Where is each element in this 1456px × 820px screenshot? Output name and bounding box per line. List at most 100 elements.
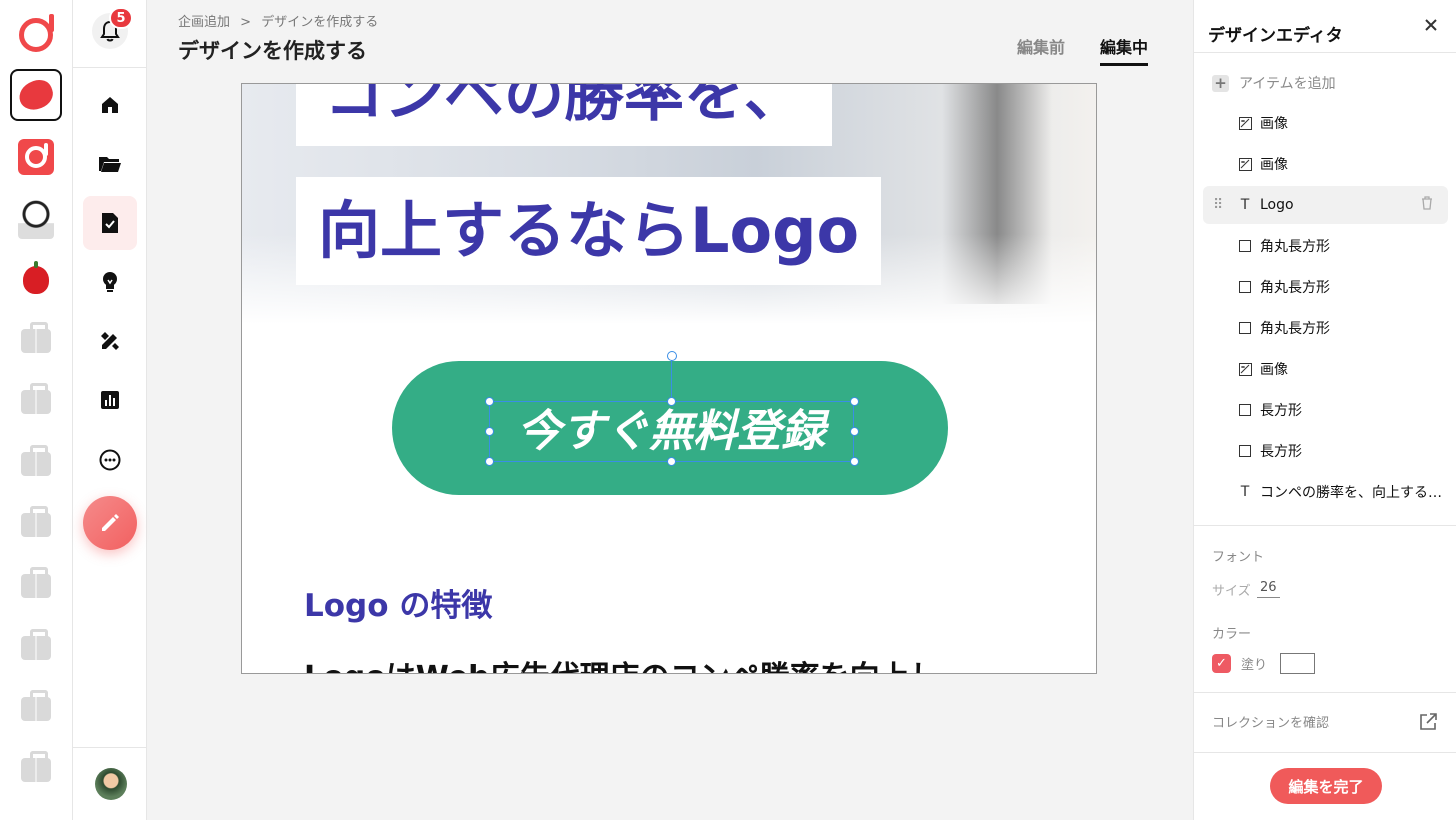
workspace-bag-8[interactable] [10, 744, 62, 796]
trash-icon [1422, 196, 1432, 210]
layer-label: 長方形 [1260, 403, 1302, 419]
fill-checkbox[interactable]: ✓ [1212, 654, 1231, 673]
selection-box [489, 401, 854, 462]
layer-label: 画像 [1260, 157, 1288, 173]
font-section-label: フォント [1212, 550, 1265, 565]
divider [1194, 52, 1456, 53]
resize-handle-bl[interactable] [485, 457, 494, 466]
resize-handle-t[interactable] [667, 397, 676, 406]
rectangle-icon [1238, 280, 1252, 294]
divider [1194, 692, 1456, 693]
tab-editing[interactable]: 編集中 [1100, 34, 1149, 66]
breadcrumb-separator: > [240, 15, 252, 30]
user-avatar[interactable] [95, 768, 127, 800]
color-section-label: カラー [1212, 627, 1252, 642]
logo-square-icon [18, 139, 54, 175]
layer-item[interactable]: 画像 [1203, 145, 1448, 183]
bag-icon [21, 445, 51, 476]
nav-more[interactable] [83, 433, 137, 487]
resize-handle-b[interactable] [667, 457, 676, 466]
workspace-bag-2[interactable] [10, 376, 62, 428]
rotation-handle[interactable] [667, 351, 677, 361]
layer-label: 角丸長方形 [1260, 239, 1330, 255]
collection-link[interactable]: コレクションを確認 [1212, 712, 1329, 731]
workspace-bag-5[interactable] [10, 560, 62, 612]
bag-icon [21, 629, 51, 660]
design-canvas[interactable]: コンペの勝率を、 向上するならLogo 今すぐ無料登録 Logo の特徴 Log… [241, 83, 1097, 674]
drag-handle-icon[interactable]: ⠿ [1213, 197, 1223, 213]
nav-analytics[interactable] [83, 373, 137, 427]
notification-badge: 5 [109, 7, 133, 29]
illustration-avatar-icon [18, 199, 54, 239]
layer-item-selected[interactable]: ⠿ T Logo [1203, 186, 1448, 224]
layer-label: コンペの勝率を、向上するならLogo [1260, 485, 1442, 501]
red-blob-icon [15, 76, 57, 114]
nav-design[interactable] [83, 314, 137, 368]
bag-icon [21, 322, 51, 353]
layer-item[interactable]: 長方形 [1203, 391, 1448, 429]
lightbulb-icon [103, 272, 117, 292]
design-editor-panel: デザインエディタ + アイテムを追加 画像 画像 ⠿ T Logo 角丸長方形 … [1193, 0, 1456, 820]
fill-color-swatch[interactable] [1280, 653, 1315, 674]
layer-item[interactable]: T コンペの勝率を、向上するならLogo [1203, 473, 1448, 511]
rectangle-icon [1238, 239, 1252, 253]
workspace-bag-7[interactable] [10, 683, 62, 735]
delete-layer-button[interactable] [1421, 196, 1433, 214]
layer-label: 長方形 [1260, 444, 1302, 460]
nav-ideas[interactable] [83, 255, 137, 309]
nav-bottom [73, 747, 147, 820]
resize-handle-tr[interactable] [850, 397, 859, 406]
nav-top: 5 [73, 0, 147, 68]
layer-item[interactable]: 長方形 [1203, 432, 1448, 470]
image-icon [1238, 116, 1252, 130]
panel-title: デザインエディタ [1208, 26, 1343, 46]
layer-label: 画像 [1260, 362, 1288, 378]
resize-handle-l[interactable] [485, 427, 494, 436]
apple-icon [23, 261, 49, 294]
layer-item[interactable]: 角丸長方形 [1203, 309, 1448, 347]
main-nav: 5 [73, 0, 147, 820]
brand-logo[interactable] [10, 9, 62, 61]
external-link-icon[interactable] [1418, 712, 1438, 732]
pencil-design-icon [101, 332, 119, 350]
hero-headline-line1[interactable]: コンペの勝率を、 [296, 84, 832, 146]
nav-documents[interactable] [83, 196, 137, 250]
workspace-bag-3[interactable] [10, 438, 62, 490]
rotation-handle-line [671, 360, 672, 401]
add-item-button[interactable]: + アイテムを追加 [1212, 73, 1336, 93]
workspace-bag-4[interactable] [10, 499, 62, 551]
nav-folder[interactable] [83, 137, 137, 191]
workspace-bag-1[interactable] [10, 315, 62, 367]
image-icon [1238, 362, 1252, 376]
workspace-apple[interactable] [10, 254, 62, 306]
workspace-red-blob[interactable] [10, 69, 62, 121]
divider [1194, 525, 1456, 526]
finish-editing-button[interactable]: 編集を完了 [1270, 768, 1382, 804]
layer-item[interactable]: 画像 [1203, 350, 1448, 388]
resize-handle-br[interactable] [850, 457, 859, 466]
bag-icon [21, 751, 51, 782]
pencil-icon [102, 514, 119, 531]
nav-home[interactable] [83, 78, 137, 132]
workspace-illustration[interactable] [10, 193, 62, 245]
tab-before-edit[interactable]: 編集前 [1017, 34, 1065, 63]
resize-handle-r[interactable] [850, 427, 859, 436]
layer-label: 角丸長方形 [1260, 280, 1330, 296]
layer-item[interactable]: 画像 [1203, 104, 1448, 142]
layer-item[interactable]: 角丸長方形 [1203, 227, 1448, 265]
brand-logo-icon [19, 14, 54, 52]
layer-item[interactable]: 角丸長方形 [1203, 268, 1448, 306]
hero-headline-line2[interactable]: 向上するならLogo [296, 177, 882, 285]
rectangle-icon [1238, 444, 1252, 458]
workspace-logo-square[interactable] [10, 131, 62, 183]
fill-label: 塗り [1241, 658, 1268, 673]
breadcrumb-item-plan[interactable]: 企画追加 [178, 15, 230, 30]
feature-title[interactable]: Logo の特徴 [304, 580, 492, 625]
close-panel-button[interactable] [1420, 14, 1442, 36]
plus-icon: + [1212, 74, 1229, 92]
resize-handle-tl[interactable] [485, 397, 494, 406]
feature-body[interactable]: LogoはWeb広告代理店のコンペ勝率を向上し [304, 652, 940, 673]
create-button[interactable] [83, 496, 137, 550]
workspace-bag-6[interactable] [10, 622, 62, 674]
size-input[interactable]: 26 [1257, 580, 1280, 598]
